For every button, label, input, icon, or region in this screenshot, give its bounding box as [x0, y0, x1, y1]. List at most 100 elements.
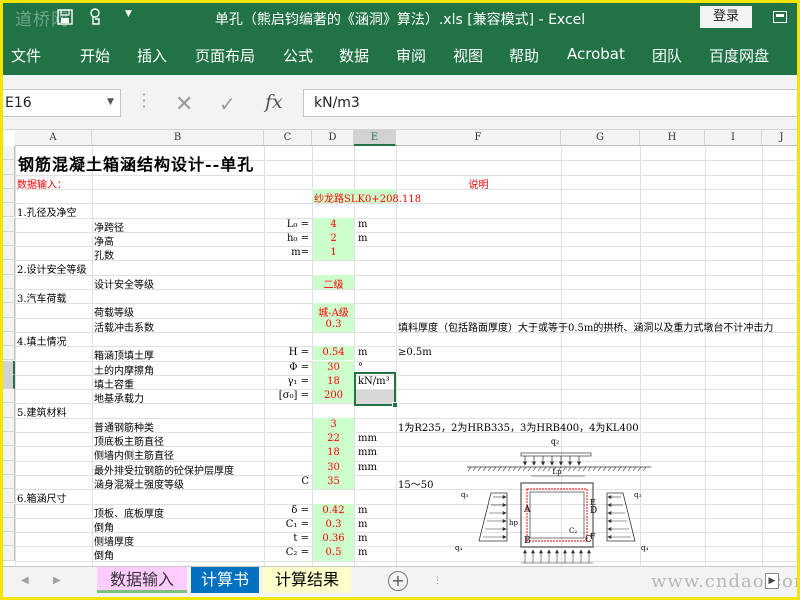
- name-box[interactable]: E16 ▼: [3, 89, 121, 117]
- column-header-j[interactable]: J: [762, 130, 797, 146]
- note-text[interactable]: ≥0.5m: [398, 347, 432, 358]
- scroll-right-icon[interactable]: ▶: [765, 573, 779, 589]
- row-header[interactable]: [3, 274, 15, 289]
- quick-access-more-icon[interactable]: ▼: [125, 9, 132, 19]
- symbol-label[interactable]: H =: [265, 347, 309, 358]
- parameter-label[interactable]: 土的内摩擦角: [94, 362, 154, 377]
- data-input-label[interactable]: 数据输入：: [17, 176, 67, 191]
- unit-label[interactable]: mm: [358, 433, 377, 444]
- ribbon-display-options-icon[interactable]: [773, 11, 787, 23]
- parameter-label[interactable]: 设计安全等级: [94, 276, 154, 291]
- column-header-d[interactable]: D: [312, 130, 354, 146]
- row-header[interactable]: [3, 260, 15, 275]
- row-header[interactable]: [3, 446, 15, 461]
- unit-label[interactable]: m: [358, 533, 367, 544]
- tab-team[interactable]: 团队: [652, 45, 682, 66]
- tab-help[interactable]: 帮助: [509, 45, 539, 66]
- symbol-label[interactable]: C₂ =: [265, 547, 309, 558]
- tab-acrobat[interactable]: Acrobat: [567, 45, 625, 63]
- cancel-icon[interactable]: ✕: [175, 92, 193, 117]
- column-header-c[interactable]: C: [264, 130, 312, 146]
- sheet-tab-data-input[interactable]: 数据输入: [97, 567, 187, 593]
- parameter-label[interactable]: 最外排受拉钢筋的砼保护层厚度: [94, 462, 234, 477]
- note-text[interactable]: 填料厚度（包括路面厚度）大于或等于0.5m的拱桥、涵洞以及重力式墩台不计冲击力: [398, 319, 773, 334]
- input-value[interactable]: 0.54: [313, 347, 354, 358]
- parameter-label[interactable]: 倒角: [94, 519, 114, 534]
- row-header[interactable]: [3, 146, 15, 161]
- symbol-label[interactable]: γ₁ =: [265, 376, 309, 387]
- symbol-label[interactable]: h₀ =: [265, 233, 309, 244]
- scroll-tabs-left-icon[interactable]: ◀: [21, 575, 29, 586]
- row-header[interactable]: [3, 474, 15, 490]
- unit-label[interactable]: m: [358, 347, 367, 358]
- symbol-label[interactable]: [σ₀] =: [265, 390, 309, 401]
- parameter-label[interactable]: 侧墙内侧主筋直径: [94, 447, 174, 462]
- section-heading[interactable]: 3.汽车荷载: [17, 290, 67, 305]
- column-header-i[interactable]: I: [705, 130, 762, 146]
- parameter-label[interactable]: 填土容重: [94, 376, 134, 391]
- parameter-label[interactable]: 净高: [94, 233, 114, 248]
- touch-mode-icon[interactable]: [87, 8, 109, 26]
- input-value[interactable]: 2: [313, 233, 354, 244]
- section-heading[interactable]: 2.设计安全等级: [17, 261, 87, 276]
- section-heading[interactable]: 6.箱涵尺寸: [17, 490, 67, 505]
- input-value[interactable]: 30: [313, 462, 354, 473]
- location-label[interactable]: 纱龙路SLK0+208.118: [314, 190, 421, 205]
- unit-label[interactable]: m: [358, 519, 367, 530]
- input-value[interactable]: 0.3: [313, 519, 354, 530]
- parameter-label[interactable]: 顶底板主筋直径: [94, 433, 164, 448]
- note-text[interactable]: 15～50: [398, 476, 433, 491]
- unit-label[interactable]: mm: [358, 462, 377, 473]
- parameter-label[interactable]: 活载冲击系数: [94, 319, 154, 334]
- unit-label[interactable]: m: [358, 233, 367, 244]
- row-header[interactable]: [3, 303, 15, 318]
- scroll-tabs-right-icon[interactable]: ▶: [53, 575, 61, 586]
- unit-label[interactable]: °: [358, 362, 363, 373]
- input-value[interactable]: 0.36: [313, 533, 354, 544]
- parameter-label[interactable]: 倒角: [94, 547, 114, 562]
- tab-formulas[interactable]: 公式: [283, 45, 313, 66]
- input-value[interactable]: 0.42: [313, 505, 354, 516]
- unit-label[interactable]: m: [358, 547, 367, 558]
- tab-baidu-netdisk[interactable]: 百度网盘: [709, 45, 769, 66]
- symbol-label[interactable]: Φ =: [265, 362, 309, 373]
- chevron-down-icon[interactable]: ▼: [107, 97, 114, 107]
- row-header[interactable]: [3, 160, 15, 175]
- parameter-label[interactable]: 箱涵顶填土厚: [94, 347, 154, 362]
- tab-file[interactable]: 文件: [11, 45, 41, 66]
- insert-function-icon[interactable]: fx: [265, 91, 283, 113]
- enter-icon[interactable]: ✓: [219, 92, 236, 116]
- more-vertical-icon[interactable]: · · ·: [141, 87, 147, 115]
- unit-label[interactable]: m: [358, 219, 367, 230]
- sheet-tab-calculation-results[interactable]: 计算结果: [263, 567, 351, 593]
- input-value[interactable]: 1: [313, 247, 354, 258]
- row-header[interactable]: [3, 246, 15, 261]
- section-heading[interactable]: 5.建筑材料: [17, 404, 67, 419]
- tab-view[interactable]: 视图: [453, 45, 483, 66]
- tab-review[interactable]: 审阅: [396, 45, 426, 66]
- row-header[interactable]: [3, 517, 15, 533]
- symbol-label[interactable]: L₀ =: [265, 219, 309, 230]
- column-header-a[interactable]: A: [15, 130, 92, 146]
- row-header[interactable]: [3, 203, 15, 218]
- row-header[interactable]: [3, 432, 15, 447]
- parameter-label[interactable]: 荷载等级: [94, 304, 134, 319]
- input-value[interactable]: 200: [313, 390, 354, 401]
- column-header-b[interactable]: B: [92, 130, 264, 146]
- row-header[interactable]: [3, 403, 15, 418]
- tab-insert[interactable]: 插入: [137, 45, 167, 66]
- input-value[interactable]: 22: [313, 433, 354, 444]
- row-header[interactable]: [3, 289, 15, 304]
- row-header[interactable]: [3, 489, 15, 504]
- horizontal-scrollbar-handle-icon[interactable]: ⋮: [433, 576, 442, 586]
- row-header[interactable]: [3, 217, 15, 232]
- row-header[interactable]: [3, 417, 15, 432]
- row-header[interactable]: [3, 389, 15, 404]
- row-header[interactable]: [3, 460, 15, 475]
- parameter-label[interactable]: 顶板、底板厚度: [94, 505, 164, 520]
- login-button[interactable]: 登录: [700, 6, 752, 28]
- save-icon[interactable]: [57, 9, 73, 25]
- add-sheet-button[interactable]: +: [388, 571, 408, 591]
- parameter-label[interactable]: 孔数: [94, 247, 114, 262]
- row-header[interactable]: [3, 532, 15, 547]
